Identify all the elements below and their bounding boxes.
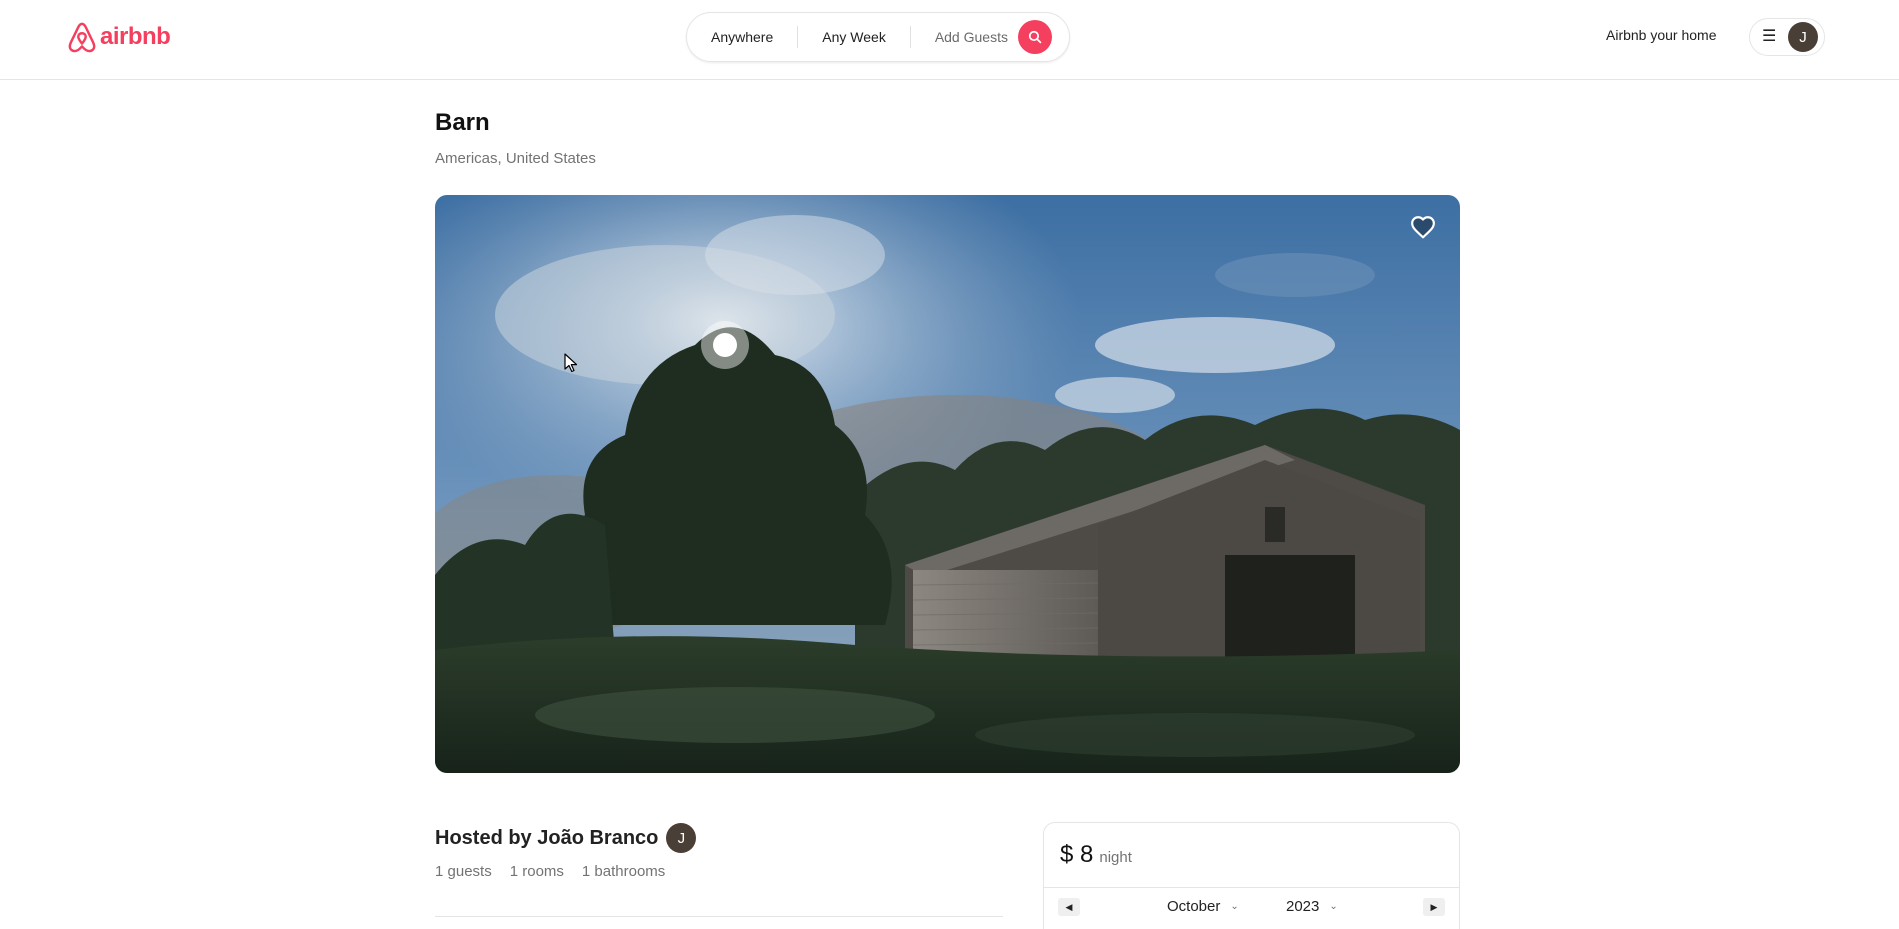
- caret-right-icon: ▶: [1430, 901, 1438, 912]
- section-divider: [435, 916, 1003, 917]
- rooms-count: 1 rooms: [509, 863, 564, 880]
- calendar-header: ◀ October ⌄ 2023 ⌄ ▶: [1044, 888, 1459, 928]
- airbnb-logo[interactable]: airbnb: [67, 20, 171, 54]
- hosted-by-text: Hosted by João Branco: [435, 826, 659, 849]
- search-button[interactable]: [1017, 20, 1052, 54]
- caret-left-icon: ◀: [1065, 901, 1073, 912]
- listing-photo: [435, 195, 1460, 773]
- price-row: $ 8 night: [1044, 823, 1459, 888]
- host-info: Hosted by João Branco J: [435, 823, 697, 853]
- search-when[interactable]: Any Week: [798, 13, 910, 61]
- listing-stats: 1 guests 1 rooms 1 bathrooms: [435, 863, 665, 880]
- month-value: October: [1167, 898, 1221, 915]
- search-icon: [1028, 30, 1042, 44]
- year-select[interactable]: 2023 ⌄: [1286, 898, 1338, 915]
- airbnb-logo-icon: [68, 22, 96, 53]
- airbnb-your-home-link[interactable]: Airbnb your home: [1606, 27, 1717, 43]
- heart-icon: [1411, 216, 1435, 239]
- listing-location: Americas, United States: [435, 150, 596, 167]
- top-navbar: airbnb Anywhere Any Week Add Guests Airb…: [0, 0, 1899, 80]
- next-month-button[interactable]: ▶: [1423, 898, 1445, 916]
- hamburger-menu-icon: ☰: [1762, 28, 1777, 45]
- previous-month-button[interactable]: ◀: [1058, 898, 1080, 916]
- year-value: 2023: [1286, 898, 1320, 915]
- price-unit: night: [1099, 849, 1132, 866]
- user-menu-button[interactable]: ☰ J: [1749, 18, 1825, 56]
- favorite-button[interactable]: [1410, 215, 1438, 243]
- logo-wordmark: airbnb: [100, 23, 171, 50]
- host-avatar: J: [666, 823, 697, 853]
- listing-title: Barn: [435, 109, 490, 136]
- month-select[interactable]: October ⌄: [1167, 898, 1239, 915]
- chevron-down-icon: ⌄: [1329, 901, 1338, 912]
- search-guests[interactable]: Add Guests: [911, 13, 1018, 61]
- reservation-card: $ 8 night ◀ October ⌄ 2023 ⌄ ▶: [1043, 822, 1460, 929]
- search-where[interactable]: Anywhere: [687, 13, 797, 61]
- bathrooms-count: 1 bathrooms: [581, 863, 666, 880]
- mouse-cursor-icon: [564, 353, 578, 373]
- guests-count: 1 guests: [435, 863, 492, 880]
- search-bar[interactable]: Anywhere Any Week Add Guests: [686, 12, 1070, 62]
- barn-landscape-image: [435, 195, 1460, 773]
- chevron-down-icon: ⌄: [1230, 901, 1239, 912]
- user-avatar: J: [1788, 22, 1818, 52]
- nightly-price: $ 8: [1060, 841, 1094, 868]
